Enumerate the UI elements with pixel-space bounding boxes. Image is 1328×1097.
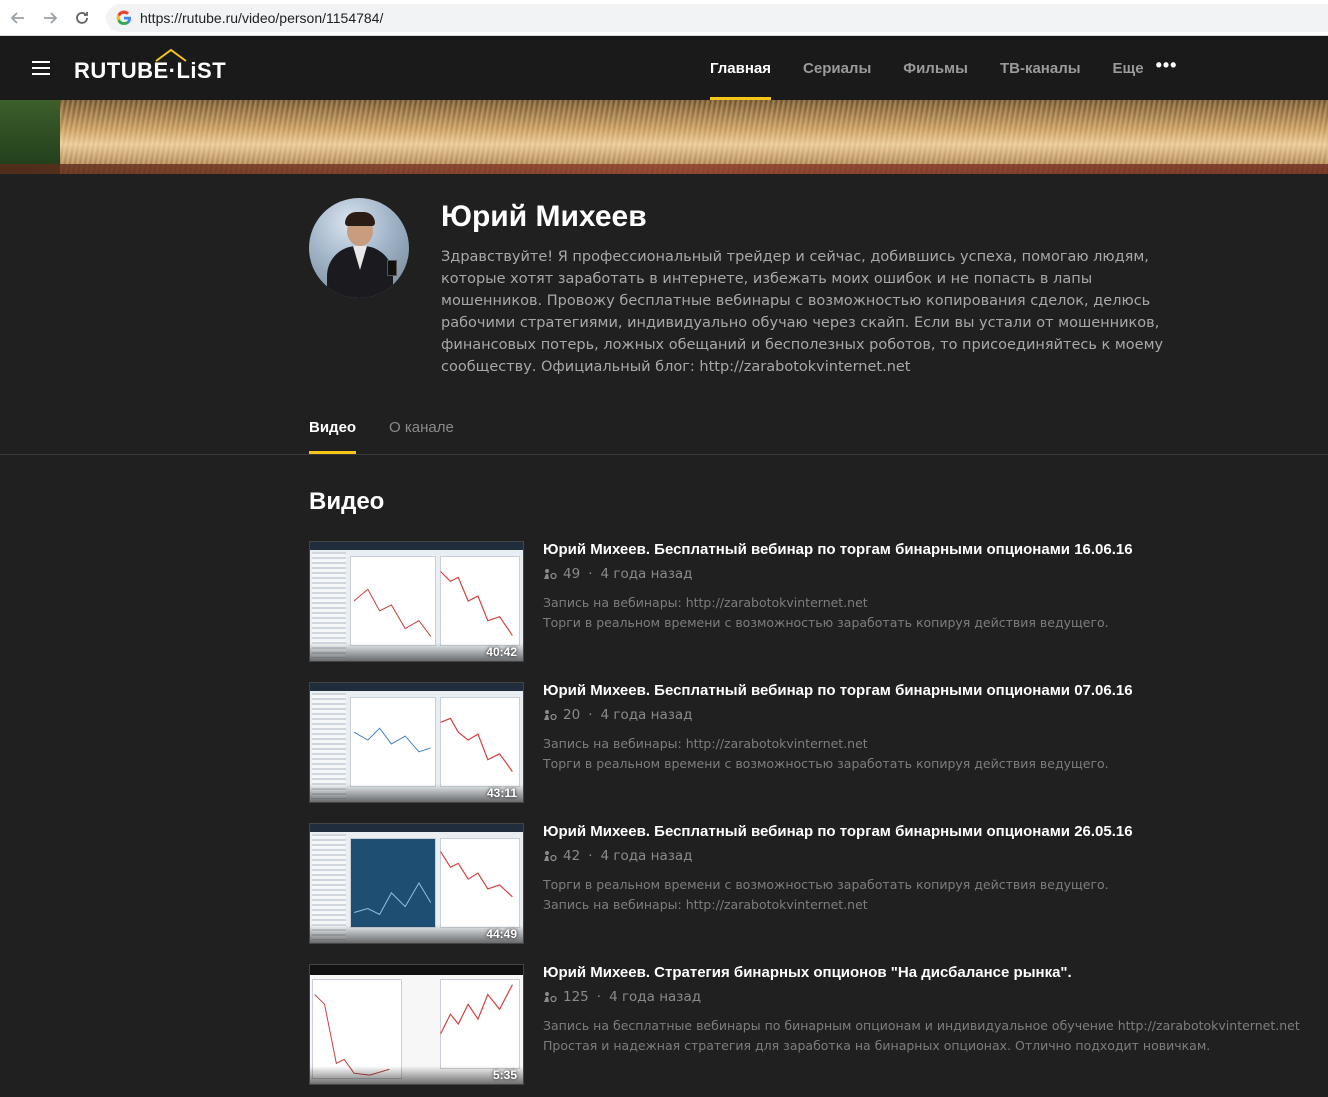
section-title: Видео	[309, 488, 385, 515]
upload-age: 4 года назад	[600, 848, 693, 864]
video-item[interactable]: 43:11 Юрий Михеев. Бесплатный вебинар по…	[309, 682, 1309, 804]
video-description: Торги в реальном времени с возможностью …	[543, 875, 1109, 915]
meta-separator: ·	[588, 566, 593, 582]
url-text: https://rutube.ru/video/person/1154784/	[140, 10, 384, 26]
video-title[interactable]: Юрий Михеев. Бесплатный вебинар по торга…	[543, 541, 1133, 558]
video-thumbnail[interactable]: 40:42	[309, 541, 524, 662]
video-title[interactable]: Юрий Михеев. Бесплатный вебинар по торга…	[543, 682, 1133, 699]
google-icon	[116, 10, 131, 26]
video-title[interactable]: Юрий Михеев. Стратегия бинарных опционов…	[543, 964, 1072, 981]
nav-movies[interactable]: Фильмы	[903, 36, 968, 100]
more-dots-icon: •••	[1155, 54, 1178, 75]
nav-tv-channels[interactable]: ТВ-каналы	[1000, 36, 1081, 100]
video-description-line: Торги в реальном времени с возможностью …	[543, 615, 1109, 630]
tab-about[interactable]: О канале	[389, 410, 454, 454]
nav-more[interactable]: Еще •••	[1113, 36, 1178, 100]
address-bar[interactable]: https://rutube.ru/video/person/1154784/	[106, 4, 1328, 32]
view-count: 49	[563, 566, 581, 582]
arrow-right-icon	[44, 12, 58, 24]
forward-button[interactable]	[38, 6, 62, 30]
browser-toolbar: https://rutube.ru/video/person/1154784/	[0, 0, 1328, 36]
back-button[interactable]	[6, 6, 30, 30]
video-item[interactable]: 44:49 Юрий Михеев. Бесплатный вебинар по…	[309, 823, 1309, 945]
video-thumbnail[interactable]: 43:11	[309, 682, 524, 803]
view-count: 42	[563, 848, 581, 864]
video-duration: 43:11	[486, 786, 517, 800]
top-navigation: Главная Сериалы Фильмы ТВ-каналы Еще •••	[710, 36, 1209, 100]
meta-separator: ·	[596, 989, 602, 1005]
video-thumbnail[interactable]: 44:49	[309, 823, 524, 944]
video-description-line: Запись на вебинары: http://zarabotokvint…	[543, 736, 868, 751]
meta-separator: ·	[588, 848, 593, 864]
video-description: Запись на бесплатные вебинары по бинарны…	[543, 1016, 1300, 1056]
video-description: Запись на вебинары: http://zarabotokvint…	[543, 734, 1109, 774]
views-icon	[544, 851, 557, 862]
upload-age: 4 года назад	[600, 566, 693, 582]
nav-more-label: Еще	[1112, 59, 1144, 77]
video-description-line: Торги в реальном времени с возможностью …	[543, 756, 1109, 771]
arrow-left-icon	[10, 12, 24, 24]
video-title[interactable]: Юрий Михеев. Бесплатный вебинар по торга…	[543, 823, 1133, 840]
nav-series[interactable]: Сериалы	[803, 36, 871, 100]
video-description-line: Торги в реальном времени с возможностью …	[543, 877, 1109, 892]
reload-button[interactable]	[70, 6, 94, 30]
channel-banner	[0, 100, 1328, 174]
nav-home[interactable]: Главная	[710, 36, 772, 100]
video-item[interactable]: 5:35 Юрий Михеев. Стратегия бинарных опц…	[309, 964, 1309, 1086]
reload-icon	[76, 12, 88, 24]
video-meta: 125 · 4 года назад	[543, 989, 701, 1005]
video-description: Запись на вебинары: http://zarabotokvint…	[543, 593, 1109, 633]
video-thumbnail[interactable]: 5:35	[309, 964, 524, 1085]
channel-description: Здравствуйте! Я профессиональный трейдер…	[441, 249, 1164, 375]
video-description-line: Простая и надежная стратегия для заработ…	[543, 1038, 1211, 1053]
tab-videos[interactable]: Видео	[309, 410, 357, 454]
upload-age: 4 года назад	[609, 989, 702, 1005]
channel-tabs: Видео О канале	[0, 410, 1328, 455]
site-header: RUTUBE·LiST Главная Сериалы Фильмы ТВ-ка…	[0, 36, 1328, 100]
video-duration: 44:49	[486, 927, 517, 941]
video-meta: 49 · 4 года назад	[543, 566, 693, 582]
video-item[interactable]: 40:42 Юрий Михеев. Бесплатный вебинар по…	[309, 541, 1309, 663]
avatar	[309, 198, 409, 298]
view-count: 20	[563, 707, 581, 723]
video-description-line: Запись на вебинары: http://zarabotokvint…	[543, 595, 868, 610]
video-meta: 20 · 4 года назад	[543, 707, 693, 723]
view-count: 125	[563, 989, 589, 1005]
site-logo[interactable]: RUTUBE·LiST	[74, 48, 226, 88]
meta-separator: ·	[588, 707, 593, 723]
video-description-line: Запись на вебинары: http://zarabotokvint…	[543, 897, 868, 912]
logo-text: RUTUBE·LiST	[74, 58, 227, 83]
video-meta: 42 · 4 года назад	[543, 848, 693, 864]
video-duration: 5:35	[492, 1068, 517, 1082]
video-description-line: Запись на бесплатные вебинары по бинарны…	[543, 1018, 1300, 1033]
video-duration: 40:42	[486, 645, 517, 659]
views-icon	[544, 710, 557, 721]
upload-age: 4 года назад	[600, 707, 693, 723]
menu-icon[interactable]	[32, 61, 50, 75]
views-icon	[544, 992, 557, 1003]
logo-roof-icon	[155, 48, 187, 62]
channel-name: Юрий Михеев	[441, 200, 647, 233]
views-icon	[544, 569, 557, 580]
